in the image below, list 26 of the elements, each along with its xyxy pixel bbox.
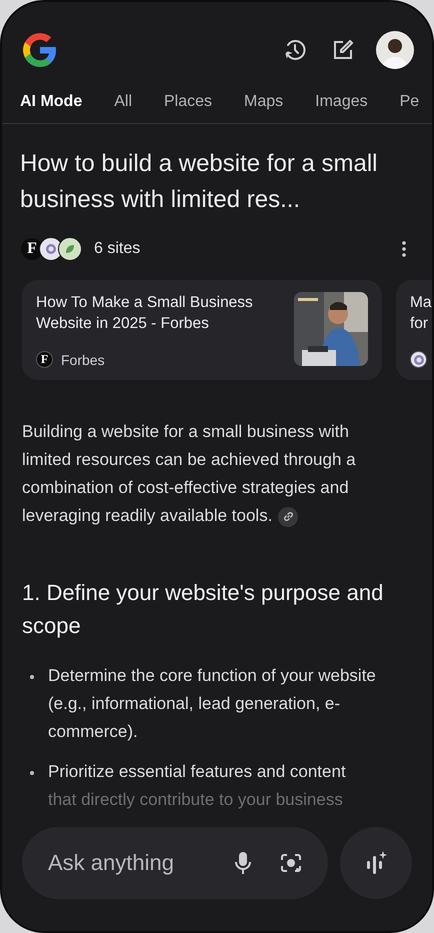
leaf-icon — [58, 237, 82, 261]
card-title: Ma for — [410, 293, 432, 334]
bullet-icon — [30, 771, 34, 775]
tab[interactable]: All — [114, 92, 132, 110]
avatar[interactable] — [376, 31, 414, 69]
bullet-text: Prioritize essential features and content that directly contribute to your business — [48, 761, 346, 811]
section-heading: 1. Define your website's purpose and scope — [22, 579, 384, 640]
source-card[interactable]: How To Make a Small Business Website in 2025 - Forbes F Forbes — [22, 280, 382, 380]
tab[interactable]: AI Mode — [20, 92, 82, 110]
source-icon: F — [20, 237, 44, 261]
tab[interactable]: Pe — [400, 92, 420, 110]
bullet-text: Determine the core function of your website (e.g., informational, lead generation, e-commerce). — [48, 665, 377, 743]
source-card[interactable]: Ma for — [396, 280, 432, 380]
card-title: How To Make a Small Business Website in 2025 - Forbes — [36, 293, 254, 334]
source-icon: F — [36, 351, 53, 368]
sites-count[interactable]: 6 sites — [94, 240, 394, 258]
summary-text: Building a website for a small business with limited resources can be achieved through a combination of cost-effective strategies and leveraging readily available tools. — [22, 421, 357, 529]
emblem-icon — [410, 351, 427, 368]
tab[interactable]: Maps — [244, 92, 284, 110]
link-icon[interactable] — [278, 506, 298, 527]
tab[interactable]: Images — [315, 92, 368, 110]
query-title: How to build a website for a small business with limited res... — [20, 149, 378, 215]
source-name: Forbes — [61, 352, 105, 368]
sparkle-bars-icon — [364, 850, 388, 876]
tab[interactable]: Places — [164, 92, 212, 110]
bullet-icon — [30, 675, 34, 679]
